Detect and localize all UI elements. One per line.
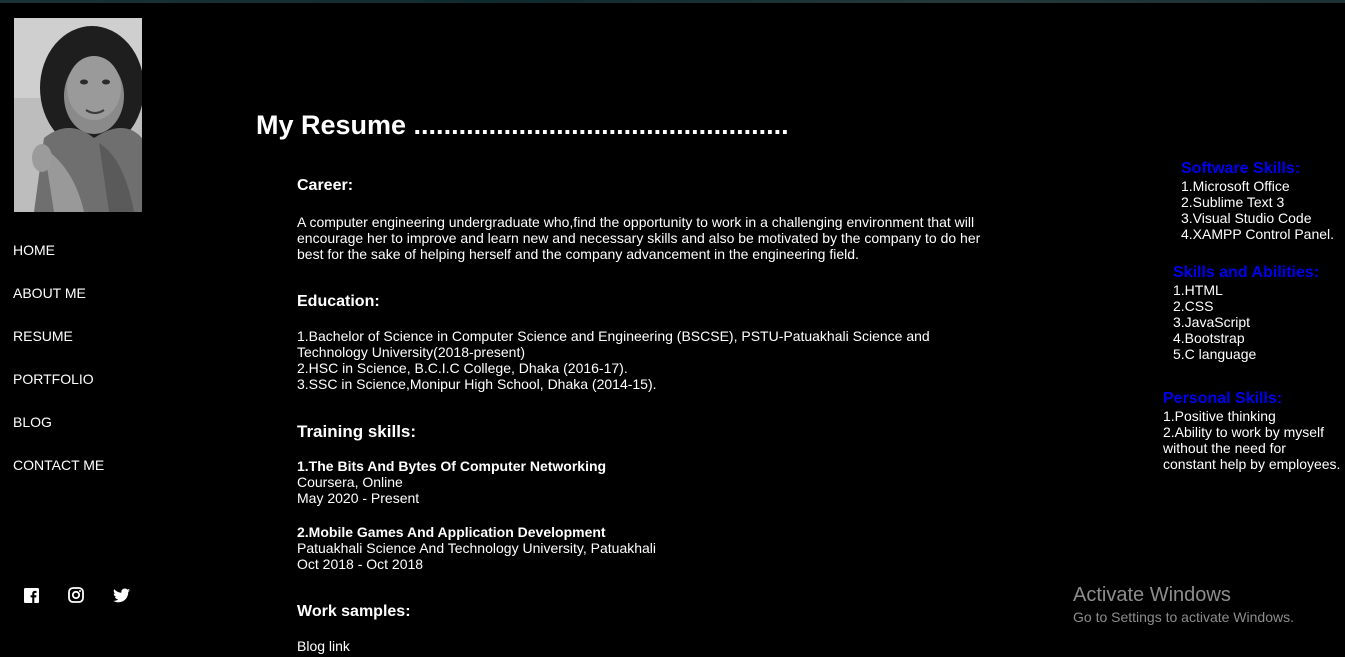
skill-item: 1.HTML bbox=[1173, 282, 1223, 298]
facebook-icon[interactable] bbox=[22, 586, 40, 604]
work-samples-heading: Work samples: bbox=[297, 603, 411, 620]
watermark-title: Activate Windows bbox=[1073, 584, 1231, 606]
training-org: Coursera, Online bbox=[297, 474, 403, 490]
page-title: My Resume ..............................… bbox=[256, 110, 789, 140]
training-title: 2.Mobile Games And Application Developme… bbox=[297, 524, 606, 540]
watermark-subtitle: Go to Settings to activate Windows. bbox=[1073, 609, 1294, 625]
skills-abilities: Skills and Abilities: 1.HTML 2.CSS 3.Jav… bbox=[1173, 264, 1319, 362]
nav-about-me[interactable]: ABOUT ME bbox=[13, 285, 104, 328]
personal-skills-heading: Personal Skills: bbox=[1163, 390, 1283, 407]
education-heading: Education: bbox=[297, 293, 380, 310]
social-links bbox=[22, 586, 130, 604]
profile-photo bbox=[14, 18, 142, 212]
career-heading: Career: bbox=[297, 177, 354, 194]
software-skills: Software Skills: 1.Microsoft Office 2.Su… bbox=[1181, 160, 1334, 242]
training-heading: Training skills: bbox=[297, 422, 417, 441]
blog-link[interactable]: Blog link bbox=[297, 638, 1002, 654]
training-title: 1.The Bits And Bytes Of Computer Network… bbox=[297, 458, 607, 474]
main-nav: HOME ABOUT ME RESUME PORTFOLIO BLOG CONT… bbox=[13, 242, 104, 500]
skill-item: 4.XAMPP Control Panel. bbox=[1181, 226, 1335, 242]
skill-item: 1.Positive thinking bbox=[1163, 408, 1276, 424]
skill-item: 4.Bootstrap bbox=[1173, 330, 1245, 346]
training-dates: May 2020 - Present bbox=[297, 490, 420, 506]
education-section: Education: 1.Bachelor of Science in Comp… bbox=[297, 293, 1002, 393]
education-item: 2.HSC in Science, B.C.I.C College, Dhaka… bbox=[297, 360, 628, 376]
education-item: 3.SSC in Science,Monipur High School, Dh… bbox=[297, 376, 657, 392]
education-item: 1.Bachelor of Science in Computer Scienc… bbox=[297, 328, 930, 360]
training-item: 2.Mobile Games And Application Developme… bbox=[297, 524, 1002, 572]
training-dates: Oct 2018 - Oct 2018 bbox=[297, 556, 424, 572]
career-text: A computer engineering undergraduate who… bbox=[297, 214, 981, 262]
training-section: Training skills: 1.The Bits And Bytes Of… bbox=[297, 422, 1002, 572]
skill-item: 1.Microsoft Office bbox=[1181, 178, 1290, 194]
work-samples-section: Work samples: Blog link bbox=[297, 603, 1002, 655]
skill-item: without the need for bbox=[1163, 440, 1286, 456]
nav-resume[interactable]: RESUME bbox=[13, 328, 104, 371]
career-section: Career: A computer engineering undergrad… bbox=[297, 177, 1002, 263]
skill-item: constant help by employees. bbox=[1163, 456, 1341, 472]
nav-portfolio[interactable]: PORTFOLIO bbox=[13, 371, 104, 414]
nav-blog[interactable]: BLOG bbox=[13, 414, 104, 457]
skill-item: 2.Ability to work by myself bbox=[1163, 424, 1325, 440]
skill-item: 3.Visual Studio Code bbox=[1181, 210, 1312, 226]
skill-item: 5.C language bbox=[1173, 346, 1257, 362]
software-skills-heading: Software Skills: bbox=[1181, 160, 1301, 177]
training-org: Patuakhali Science And Technology Univer… bbox=[297, 540, 657, 556]
skill-item: 2.CSS bbox=[1173, 298, 1214, 314]
skill-item: 3.JavaScript bbox=[1173, 314, 1251, 330]
nav-contact-me[interactable]: CONTACT ME bbox=[13, 457, 104, 500]
twitter-icon[interactable] bbox=[112, 586, 130, 604]
personal-skills: Personal Skills: 1.Positive thinking 2.A… bbox=[1163, 390, 1340, 472]
nav-home[interactable]: HOME bbox=[13, 242, 104, 285]
instagram-icon[interactable] bbox=[67, 586, 85, 604]
training-item: 1.The Bits And Bytes Of Computer Network… bbox=[297, 458, 1002, 506]
skills-abilities-heading: Skills and Abilities: bbox=[1173, 264, 1320, 281]
skill-item: 2.Sublime Text 3 bbox=[1181, 194, 1285, 210]
top-strip bbox=[0, 0, 1345, 3]
resume-content: Career: A computer engineering undergrad… bbox=[297, 177, 1002, 655]
activate-windows-watermark: Activate Windows Go to Settings to activ… bbox=[1073, 584, 1294, 626]
